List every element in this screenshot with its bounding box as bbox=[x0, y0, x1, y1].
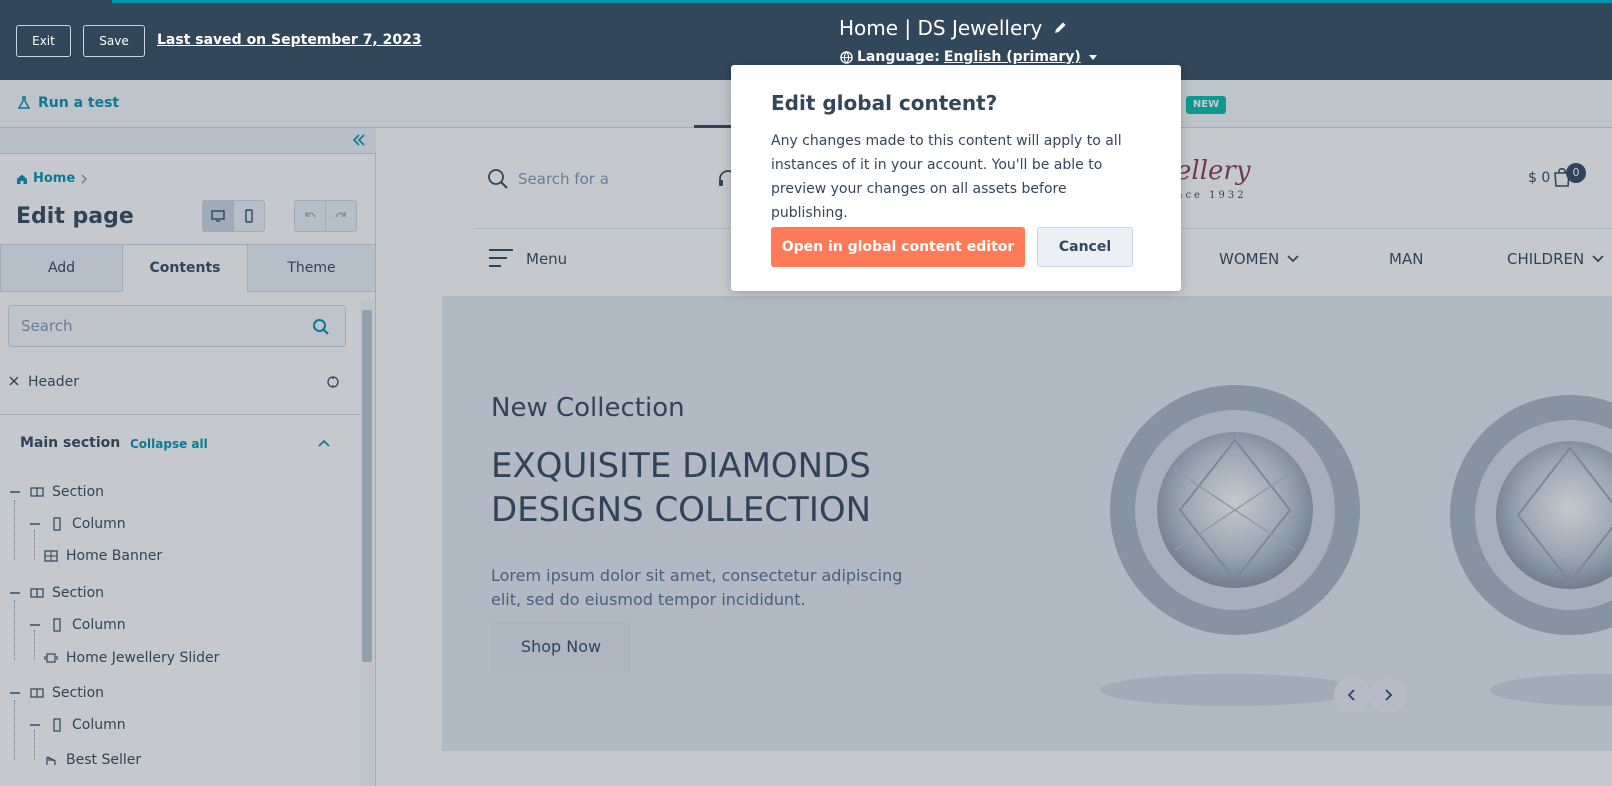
globe-icon bbox=[840, 50, 853, 64]
top-progress-bar bbox=[112, 0, 1612, 3]
open-global-content-editor-button[interactable]: Open in global content editor bbox=[771, 227, 1025, 267]
pencil-icon[interactable] bbox=[1052, 20, 1068, 36]
dialog-title: Edit global content? bbox=[771, 91, 998, 115]
language-value: English (primary) bbox=[943, 49, 1081, 65]
dialog-body: Any changes made to this content will ap… bbox=[771, 133, 1122, 221]
last-saved-link[interactable]: Last saved on September 7, 2023 bbox=[157, 32, 422, 48]
language-selector[interactable]: Language: English (primary) bbox=[840, 48, 1097, 66]
page-title: Home | DS Jewellery bbox=[839, 16, 1043, 40]
edit-global-content-dialog: Edit global content? Any changes made to… bbox=[731, 65, 1181, 291]
page-title-group: Home | DS Jewellery bbox=[839, 14, 1068, 42]
chevron-down-icon bbox=[1088, 54, 1097, 60]
cancel-button[interactable]: Cancel bbox=[1037, 227, 1133, 267]
exit-button[interactable]: Exit bbox=[16, 25, 71, 57]
language-prefix: Language: bbox=[857, 49, 940, 65]
save-button[interactable]: Save bbox=[83, 25, 145, 57]
